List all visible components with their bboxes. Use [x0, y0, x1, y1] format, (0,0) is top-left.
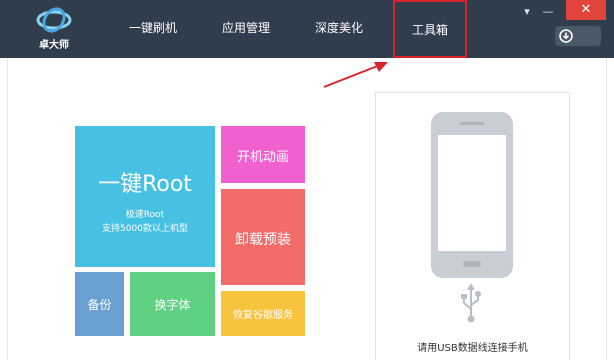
usb-icon — [461, 283, 481, 323]
phone-icon — [431, 112, 513, 278]
root-tile-title: 一键Root — [98, 172, 192, 197]
nav-tab-one-click-flash[interactable]: 一键刷机 — [118, 0, 188, 58]
nav-tab-toolbox[interactable]: 工具箱 — [393, 0, 467, 58]
app-logo-text: 卓大师 — [39, 40, 69, 51]
menu-icon[interactable]: ▾ — [519, 4, 535, 20]
restore-google-services-tile[interactable]: 恢复谷歌服务 — [221, 291, 305, 336]
restore-google-services-label: 恢复谷歌服务 — [233, 310, 293, 321]
one-click-root-tile[interactable]: 一键Root 极速Root 支持5000款以上机型 — [75, 126, 215, 267]
nav-tab-app-management[interactable]: 应用管理 — [211, 0, 281, 58]
minimize-icon[interactable]: — — [540, 4, 556, 20]
app-logo[interactable]: 卓大师 — [28, 6, 80, 52]
logo-swirl-icon — [36, 7, 72, 33]
change-font-tile[interactable]: 换字体 — [130, 272, 215, 336]
root-tile-description: 支持5000款以上机型 — [102, 224, 188, 234]
backup-label: 备份 — [87, 298, 112, 312]
close-icon[interactable]: ✕ — [566, 0, 606, 20]
uninstall-preinstalled-tile[interactable]: 卸载预装 — [221, 189, 305, 285]
change-font-label: 换字体 — [154, 298, 191, 312]
connect-phone-prompt: 请用USB数据线连接手机 — [417, 343, 528, 354]
download-icon — [559, 29, 573, 43]
boot-animation-tile[interactable]: 开机动画 — [221, 126, 305, 183]
device-panel: 请用USB数据线连接手机 — [375, 92, 570, 360]
title-bar: 卓大师 一键刷机 应用管理 深度美化 工具箱 ▾ — ✕ — [0, 0, 614, 58]
boot-animation-label: 开机动画 — [236, 150, 289, 165]
uninstall-preinstalled-label: 卸载预装 — [235, 232, 291, 248]
nav-tab-deep-beautify[interactable]: 深度美化 — [304, 0, 374, 58]
root-tile-subtitle: 极速Root — [125, 210, 165, 220]
backup-tile[interactable]: 备份 — [75, 272, 124, 336]
download-button[interactable] — [555, 26, 601, 46]
